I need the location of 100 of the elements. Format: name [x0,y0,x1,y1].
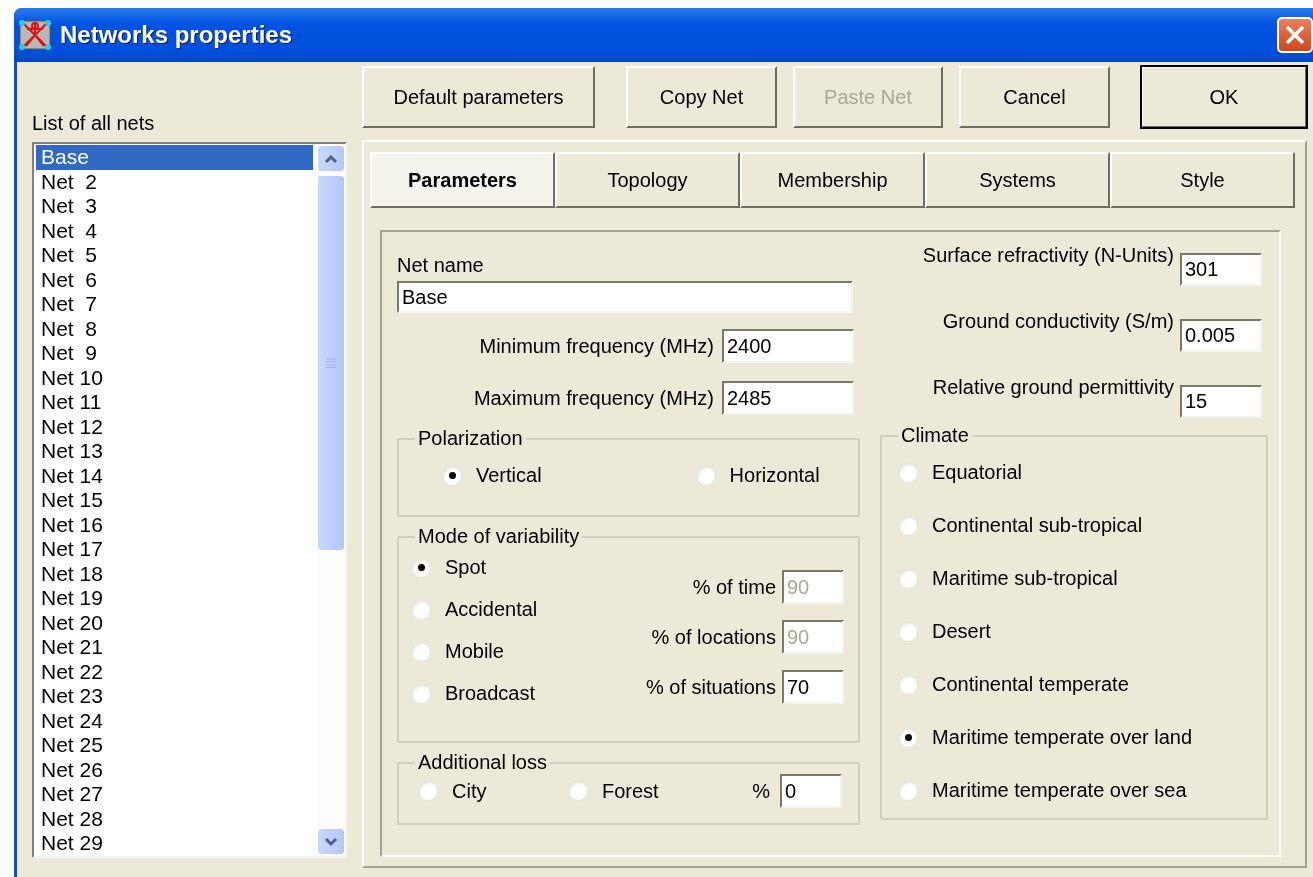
list-item[interactable]: Net 6 [36,267,313,292]
option-label: Equatorial [932,461,1023,484]
list-item[interactable]: Net 21 [36,635,313,660]
field-label: Maximum frequency (MHz) [473,386,714,410]
grip-icon [325,358,337,368]
list-item[interactable]: Net 27 [36,782,313,807]
scroll-up-button[interactable] [317,145,345,172]
input-field[interactable]: 301 [1180,253,1262,286]
list-label: List of all nets [32,111,156,136]
field-label: % [752,779,770,803]
chevron-down-icon [324,836,338,847]
radio-button[interactable] [898,727,918,748]
list-item[interactable]: Net 29 [36,831,313,856]
list-item[interactable]: Net 19 [36,586,313,611]
option-label: Continental temperate [932,673,1129,696]
radio-button[interactable] [411,599,431,620]
group-title: Additional loss [417,751,548,774]
option-label: Maritime sub-tropical [932,567,1118,590]
list-item[interactable]: Net 5 [36,243,313,268]
input-field[interactable]: 2485 [722,381,854,415]
radio-button[interactable] [411,557,431,578]
list-item[interactable]: Net 23 [36,684,313,709]
radio-button[interactable] [695,465,716,486]
field-label: Ground conductivity (S/m) [942,310,1174,333]
list-item[interactable]: Net 22 [36,659,313,684]
option-label: Forest [602,779,659,803]
list-item[interactable]: Net 26 [36,757,313,782]
input-field[interactable]: 0 [780,774,842,808]
radio-button[interactable] [898,515,918,536]
list-item[interactable]: Net 28 [36,806,313,831]
list-item[interactable]: Net 11 [36,390,313,415]
input-field[interactable]: 0.005 [1180,319,1262,352]
list-item[interactable]: Net 3 [36,194,313,219]
list-item[interactable]: Net 25 [36,733,313,758]
close-icon [1284,24,1306,46]
close-button[interactable] [1277,17,1313,53]
dialog-button[interactable]: Default parameters [362,66,595,128]
radio-button[interactable] [898,462,918,483]
list-item[interactable]: Net 18 [36,561,313,586]
field-label: % of locations [651,625,776,649]
option-label: Maritime temperate over land [932,726,1193,749]
group-title: Climate [900,424,970,447]
tab[interactable]: Parameters [370,152,555,208]
list-item[interactable]: Net 7 [36,292,313,317]
field-label: % of situations [645,675,776,699]
field-label: % of time [692,575,776,599]
list-item[interactable]: Net 14 [36,463,313,488]
list-item[interactable]: Base [36,145,313,170]
input-field[interactable]: 15 [1180,385,1262,418]
radio-button[interactable] [568,781,588,801]
radio-button[interactable] [442,465,462,486]
group-title: Polarization [417,427,524,450]
list-item[interactable]: Net 2 [36,169,313,194]
radio-button[interactable] [898,568,918,589]
field-label: Net name [397,254,485,277]
list-item[interactable]: Net 24 [36,708,313,733]
option-label: Maritime temperate over sea [932,779,1187,802]
list-item[interactable]: Net 20 [36,610,313,635]
scrollbar[interactable] [317,144,345,856]
list-item[interactable]: Net 15 [36,488,313,513]
net-list[interactable]: Base Net 2 Net 3 Net 4 Net 5 Net 6 Net 7 Net 8 Net 9 Net 10 Net 11 Net 12 Net 13 Net 14 Net 15 Net 16 Net 17 Net 18 Net 19 Net 20 Net 21 Net 22 Net 23 Net 24 Net 25 Net 26 Net 27 Net 28 Net 29 [32,142,347,858]
option-label: Horizontal [729,464,820,487]
dialog-button[interactable]: Cancel [959,66,1110,128]
field-label: Minimum frequency (MHz) [479,334,714,358]
tab[interactable]: Systems [925,152,1110,208]
list-item[interactable]: Net 10 [36,365,313,390]
list-item[interactable]: Net 16 [36,512,313,537]
option-label: Accidental [445,598,538,621]
list-item[interactable]: Net 4 [36,218,313,243]
list-item[interactable]: Net 13 [36,439,313,464]
option-label: Desert [932,620,991,643]
radio-button[interactable] [411,683,431,704]
option-label: City [452,779,487,803]
radio-button[interactable] [411,641,431,662]
radio-button[interactable] [898,780,918,801]
input-field[interactable]: 2400 [722,329,854,363]
field-label: Relative ground permittivity [932,376,1174,399]
input-field[interactable]: 70 [782,670,844,704]
option-label: Spot [445,556,487,579]
radio-button[interactable] [418,781,438,801]
option-label: Mobile [445,640,504,663]
option-label: Vertical [476,464,542,487]
input-field[interactable]: Base [397,281,853,313]
scroll-down-button[interactable] [317,828,345,855]
option-label: Broadcast [445,682,536,705]
list-item[interactable]: Net 9 [36,341,313,366]
radio-button[interactable] [898,621,918,642]
field-label: Surface refractivity (N-Units) [922,244,1174,267]
list-item[interactable]: Net 17 [36,537,313,562]
dialog-button[interactable]: OK [1141,66,1307,128]
tab[interactable]: Style [1110,152,1295,208]
window-title: Networks properties [60,21,294,49]
scrollbar-thumb[interactable] [317,175,345,551]
list-item[interactable]: Net 8 [36,316,313,341]
chevron-up-icon [324,153,338,164]
list-item[interactable]: Net 12 [36,414,313,439]
dialog-button[interactable]: Copy Net [626,66,777,128]
tab[interactable]: Topology [555,152,740,208]
radio-button[interactable] [898,674,918,695]
tab[interactable]: Membership [740,152,925,208]
